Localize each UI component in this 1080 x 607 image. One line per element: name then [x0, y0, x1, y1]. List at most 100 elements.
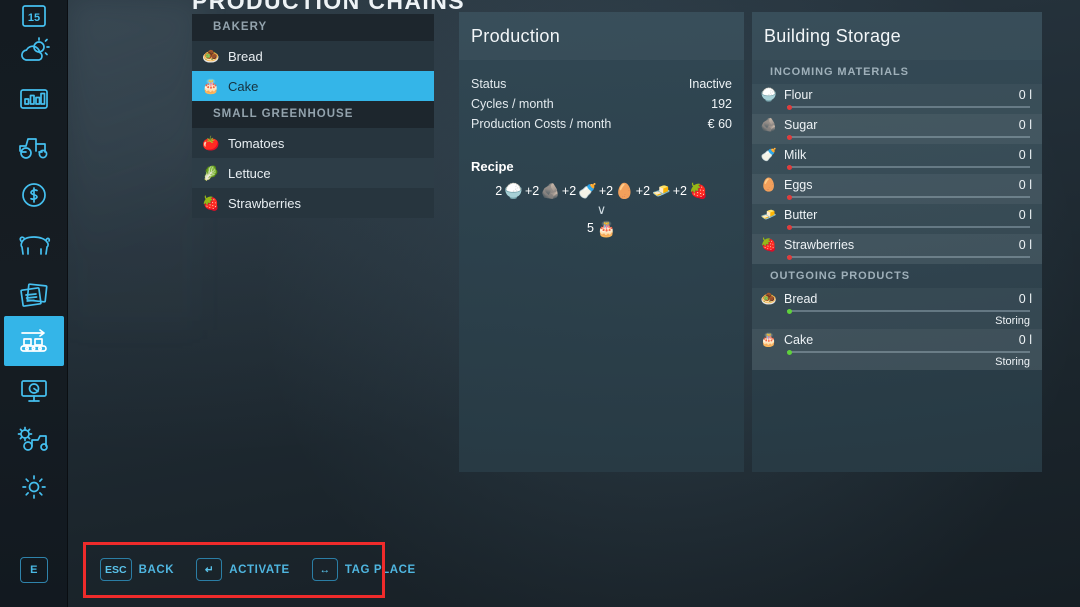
sidebar-rail: 15 [0, 0, 68, 607]
fill-marker [787, 165, 792, 170]
tomato-icon: 🍅 [200, 135, 222, 152]
production-stat-cycles: Cycles / month 192 [471, 94, 732, 114]
stat-value: € 60 [708, 114, 732, 134]
storage-row-bread[interactable]: 🧆 Bread 0 l Storing [752, 288, 1042, 329]
sidebar-item-statistics[interactable] [4, 74, 64, 124]
storage-row-milk[interactable]: 🍼 Milk 0 l [752, 144, 1042, 174]
storage-row-eggs[interactable]: 🥚 Eggs 0 l [752, 174, 1042, 204]
fill-marker [787, 350, 792, 355]
production-panel-title: Production [459, 12, 744, 60]
page-title: PRODUCTION CHAINS [192, 0, 465, 15]
stat-label: Production Costs / month [471, 114, 611, 134]
recipe-input-strawberries: +2 🍓 [673, 182, 708, 200]
lettuce-icon: 🥬 [200, 165, 222, 182]
storage-row-butter[interactable]: 🧈 Butter 0 l [752, 204, 1042, 234]
sidebar-hotkey-e[interactable]: E [20, 557, 48, 583]
cake-icon: 🎂 [758, 332, 780, 348]
amount: +2 [599, 184, 613, 198]
recipe-inputs: 2 🍚 +2 🪨 +2 🍼 +2 🥚 +2 🧈 +2 🍓 [471, 182, 732, 200]
recipe-input-flour: 2 🍚 [495, 182, 523, 200]
fill-marker [787, 195, 792, 200]
amount: 5 [587, 221, 594, 235]
help-action-back[interactable]: ESC BACK [100, 558, 174, 581]
storage-row-flour[interactable]: 🍚 Flour 0 l [752, 84, 1042, 114]
help-action-activate[interactable]: ↵ ACTIVATE [196, 558, 290, 581]
storage-row-cake[interactable]: 🎂 Cake 0 l Storing [752, 329, 1042, 370]
strawberry-icon: 🍓 [758, 237, 780, 253]
amount: +2 [525, 184, 539, 198]
row-label: Eggs [784, 178, 813, 192]
sidebar-item-contracts[interactable] [4, 270, 64, 320]
fill-bar [787, 351, 1030, 353]
milk-icon: 🍼 [758, 147, 780, 163]
chain-item-label: Tomatoes [228, 136, 284, 151]
fill-bar [787, 256, 1030, 258]
strawberry-icon: 🍓 [200, 195, 222, 212]
recipe-input-sugar: +2 🪨 [525, 182, 560, 200]
fill-bar [787, 136, 1030, 138]
chevron-down-icon: ∨ [471, 202, 732, 218]
row-amount: 0 l [1019, 238, 1032, 252]
chain-item-lettuce[interactable]: 🥬 Lettuce [192, 158, 434, 188]
bread-icon: 🧆 [758, 291, 780, 307]
row-label: Sugar [784, 118, 817, 132]
chain-item-strawberries[interactable]: 🍓 Strawberries [192, 188, 434, 218]
sugar-icon: 🪨 [541, 182, 560, 200]
chain-item-cake[interactable]: 🎂 Cake [192, 71, 434, 101]
storage-row-strawberries[interactable]: 🍓 Strawberries 0 l [752, 234, 1042, 264]
help-action-tag-place[interactable]: ↔ TAG PLACE [312, 558, 416, 581]
sidebar-item-vehicle-config[interactable] [4, 414, 64, 464]
row-amount: 0 l [1019, 118, 1032, 132]
fill-bar [787, 226, 1030, 228]
cake-icon: 🎂 [200, 78, 222, 95]
sidebar-item-animals[interactable] [4, 220, 64, 270]
sugar-icon: 🪨 [758, 117, 780, 133]
sidebar-item-weather[interactable] [4, 26, 64, 76]
sidebar-item-production[interactable] [4, 316, 64, 366]
row-amount: 0 l [1019, 292, 1032, 306]
row-amount: 0 l [1019, 333, 1032, 347]
row-label: Cake [784, 333, 813, 347]
row-status: Storing [758, 315, 1032, 327]
amount: +2 [673, 184, 687, 198]
fill-marker [787, 225, 792, 230]
chain-item-tomatoes[interactable]: 🍅 Tomatoes [192, 128, 434, 158]
fill-bar [787, 310, 1030, 312]
fill-marker [787, 309, 792, 314]
row-amount: 0 l [1019, 88, 1032, 102]
stat-label: Status [471, 74, 506, 94]
production-panel: Production Status Inactive Cycles / mont… [459, 12, 744, 472]
butter-icon: 🧈 [652, 182, 671, 200]
storage-panel-title: Building Storage [752, 12, 1042, 60]
amount: 2 [495, 184, 502, 198]
sidebar-item-settings[interactable] [4, 462, 64, 512]
storage-group-outgoing: OUTGOING PRODUCTS [752, 264, 1042, 288]
row-label: Butter [784, 208, 817, 222]
row-label: Milk [784, 148, 806, 162]
recipe-input-butter: +2 🧈 [636, 182, 671, 200]
storage-row-sugar[interactable]: 🪨 Sugar 0 l [752, 114, 1042, 144]
calendar-day-label: 15 [28, 12, 40, 24]
production-stat-status: Status Inactive [471, 74, 732, 94]
production-stat-costs: Production Costs / month € 60 [471, 114, 732, 134]
row-amount: 0 l [1019, 148, 1032, 162]
help-bar: ESC BACK ↵ ACTIVATE ↔ TAG PLACE [88, 546, 416, 593]
fill-marker [787, 135, 792, 140]
sidebar-item-map-overview[interactable] [4, 366, 64, 416]
help-label: TAG PLACE [345, 564, 416, 576]
flour-icon: 🍚 [504, 182, 523, 200]
recipe-input-milk: +2 🍼 [562, 182, 597, 200]
cake-icon: 🎂 [597, 221, 616, 238]
fill-bar [787, 166, 1030, 168]
eggs-icon: 🥚 [758, 177, 780, 193]
row-label: Bread [784, 292, 817, 306]
stat-value: 192 [711, 94, 732, 114]
key-esc: ESC [100, 558, 132, 581]
chain-item-bread[interactable]: 🧆 Bread [192, 41, 434, 71]
row-amount: 0 l [1019, 208, 1032, 222]
recipe-label: Recipe [471, 159, 732, 174]
chain-item-label: Lettuce [228, 166, 271, 181]
sidebar-item-vehicles[interactable] [4, 122, 64, 172]
sidebar-item-finances[interactable] [4, 170, 64, 220]
storage-group-incoming: INCOMING MATERIALS [752, 60, 1042, 84]
